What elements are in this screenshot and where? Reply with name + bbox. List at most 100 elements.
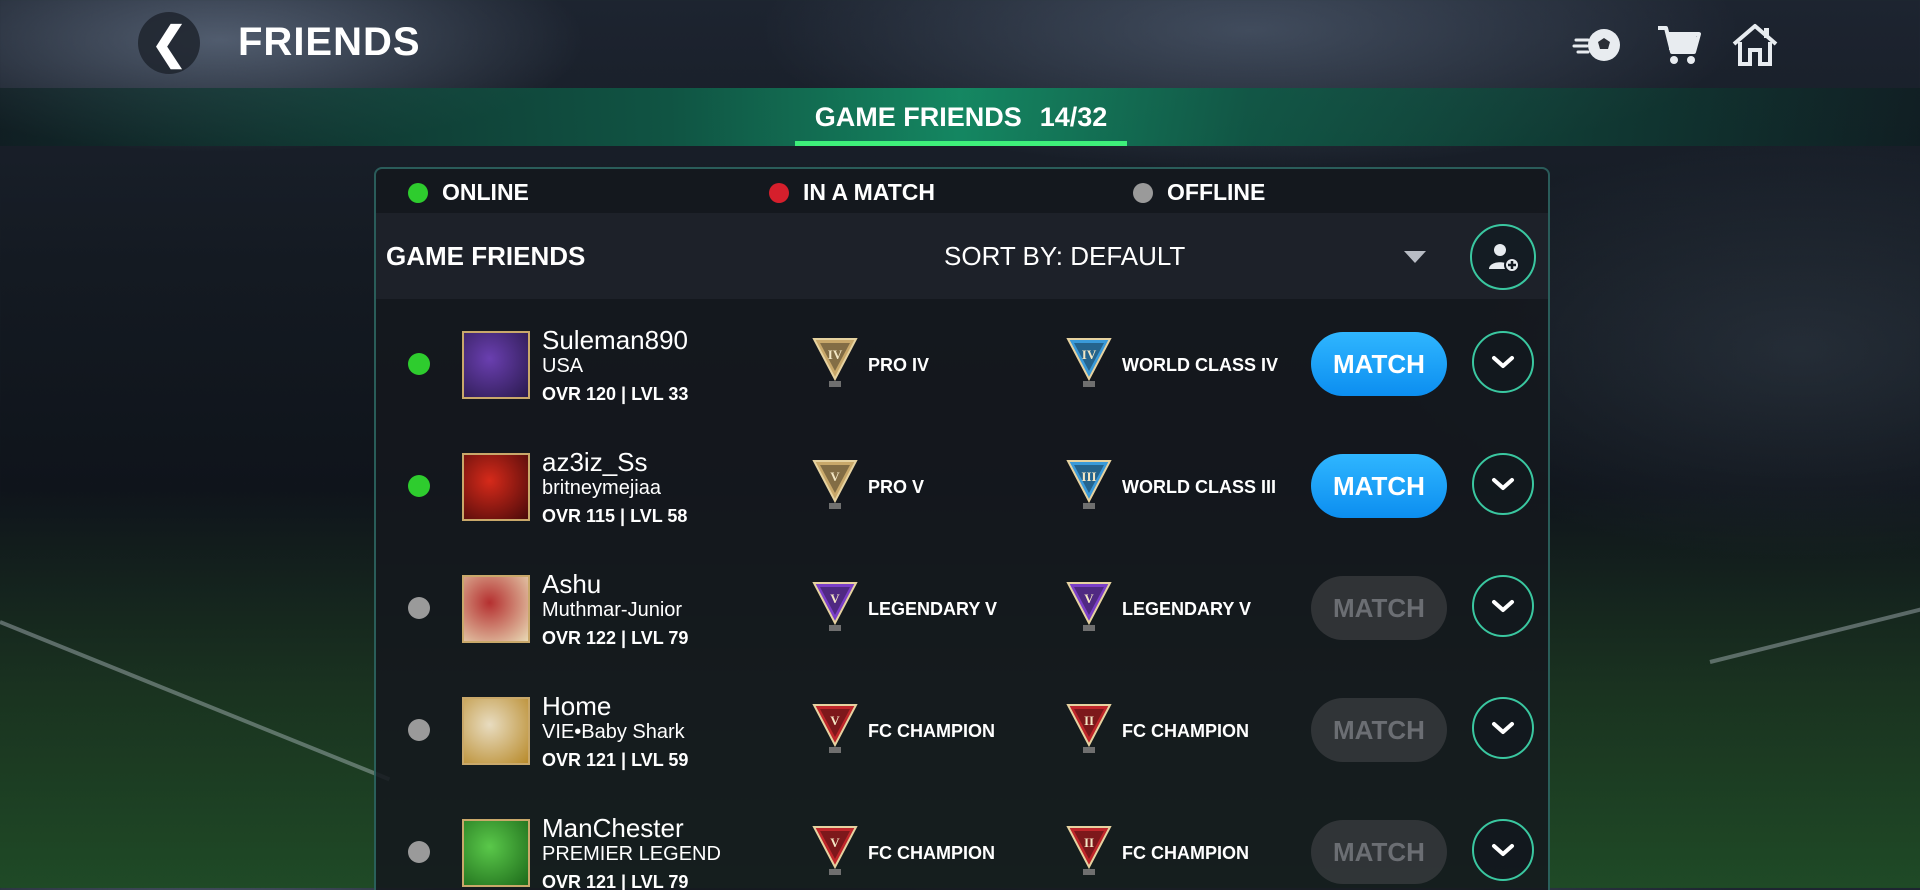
friend-ovr-level: OVR 121 | LVL 79 — [542, 872, 689, 890]
back-button[interactable]: ❮ — [138, 12, 200, 74]
division-rank-label: PRO V — [868, 477, 925, 497]
tab-bar: GAME FRIENDS 14/32 — [0, 88, 1920, 146]
expand-button[interactable] — [1472, 575, 1534, 637]
rivals-rank-icon: II — [1066, 704, 1112, 753]
chevron-down-icon — [1492, 844, 1514, 856]
legend-in-match: IN A MATCH — [769, 179, 935, 206]
add-friend-icon — [1489, 244, 1520, 273]
rivals-rank-icon: V — [1066, 582, 1112, 631]
legend-online: ONLINE — [408, 179, 529, 206]
in-match-dot-icon — [769, 182, 789, 203]
division-rank-label: FC CHAMPION — [868, 843, 995, 863]
expand-button[interactable] — [1472, 697, 1534, 759]
friend-row[interactable]: Ashu Muthmar-Junior OVR 122 | LVL 79 V L… — [376, 543, 1548, 665]
tab-count: 14/32 — [1039, 101, 1108, 132]
svg-text:II: II — [1084, 835, 1094, 850]
offline-dot-icon — [1133, 182, 1153, 203]
legend-label: ONLINE — [442, 179, 529, 205]
friends-panel: ONLINE IN A MATCH OFFLINE GAME FRIENDS S… — [374, 167, 1550, 890]
pitch-line-right — [1709, 606, 1920, 664]
division-rank-icon: V — [812, 704, 858, 753]
friend-row[interactable]: Home VIE•Baby Shark OVR 121 | LVL 59 V F… — [376, 665, 1548, 787]
friend-subtitle: VIE•Baby Shark — [542, 721, 685, 743]
tab-underline — [795, 141, 1127, 146]
status-dot-icon — [408, 353, 430, 375]
status-dot-icon — [408, 719, 430, 741]
expand-button[interactable] — [1472, 819, 1534, 881]
avatar[interactable] — [462, 697, 530, 765]
page-title: FRIENDS — [238, 20, 421, 64]
status-legend: ONLINE IN A MATCH OFFLINE — [376, 169, 1548, 213]
match-button[interactable]: MATCH — [1311, 698, 1447, 762]
status-dot-icon — [408, 841, 430, 863]
rivals-rank-label: FC CHAMPION — [1122, 843, 1249, 863]
expand-button[interactable] — [1472, 331, 1534, 393]
svg-text:V: V — [830, 469, 840, 484]
division-rank-icon: V — [812, 826, 858, 875]
online-dot-icon — [408, 182, 428, 203]
division-rank-label: FC CHAMPION — [868, 721, 995, 741]
rivals-rank-icon: III — [1066, 460, 1112, 509]
division-rank-icon: V — [812, 582, 858, 631]
match-button[interactable]: MATCH — [1311, 454, 1447, 518]
division-rank-icon: IV — [812, 338, 858, 387]
friend-subtitle: PREMIER LEGEND — [542, 843, 721, 865]
chevron-down-icon — [1492, 478, 1514, 490]
friend-ovr-level: OVR 122 | LVL 79 — [542, 628, 689, 648]
svg-text:II: II — [1084, 713, 1094, 728]
svg-text:V: V — [830, 835, 840, 850]
pitch-line-left — [0, 620, 391, 782]
friend-subtitle: USA — [542, 355, 584, 377]
add-friend-button[interactable] — [1470, 224, 1536, 290]
avatar[interactable] — [462, 453, 530, 521]
division-rank-label: LEGENDARY V — [868, 599, 998, 619]
friend-name: ManChester — [542, 813, 684, 843]
chevron-down-icon — [1492, 722, 1514, 734]
friend-name: Suleman890 — [542, 325, 688, 355]
dropdown-arrow-icon[interactable] — [1404, 251, 1426, 263]
friend-subtitle: Muthmar-Junior — [542, 599, 683, 621]
avatar[interactable] — [462, 331, 530, 399]
division-rank-label: PRO IV — [868, 355, 930, 375]
friend-name: az3iz_Ss — [542, 447, 648, 477]
friend-row[interactable]: ManChester PREMIER LEGEND OVR 121 | LVL … — [376, 787, 1548, 890]
friend-row[interactable]: az3iz_Ss britneymejiaa OVR 115 | LVL 58 … — [376, 421, 1548, 543]
expand-button[interactable] — [1472, 453, 1534, 515]
match-button[interactable]: MATCH — [1311, 820, 1447, 884]
svg-text:V: V — [1084, 591, 1094, 606]
list-title: GAME FRIENDS — [386, 241, 586, 271]
list-header: GAME FRIENDS SORT BY: DEFAULT — [376, 213, 1548, 299]
rivals-rank-label: WORLD CLASS III — [1122, 477, 1276, 497]
friend-ovr-level: OVR 115 | LVL 58 — [542, 506, 688, 526]
rivals-rank-label: WORLD CLASS IV — [1122, 355, 1278, 375]
division-rank-icon: V — [812, 460, 858, 509]
svg-text:IV: IV — [828, 347, 843, 362]
friend-ovr-level: OVR 121 | LVL 59 — [542, 750, 689, 770]
friend-name: Ashu — [542, 569, 602, 599]
rivals-rank-icon: II — [1066, 826, 1112, 875]
legend-label: IN A MATCH — [803, 179, 936, 205]
legend-offline: OFFLINE — [1133, 179, 1265, 206]
friend-subtitle: britneymejiaa — [542, 477, 661, 499]
tab-label: GAME FRIENDS — [814, 101, 1022, 132]
svg-text:V: V — [830, 713, 840, 728]
status-dot-icon — [408, 597, 430, 619]
match-button[interactable]: MATCH — [1311, 576, 1447, 640]
top-bar: ❮ FRIENDS — [0, 0, 1920, 88]
chevron-down-icon — [1492, 600, 1514, 612]
home-icon[interactable] — [1728, 18, 1782, 72]
match-button[interactable]: MATCH — [1311, 332, 1447, 396]
legend-label: OFFLINE — [1167, 179, 1266, 205]
friend-ovr-level: OVR 120 | LVL 33 — [542, 384, 689, 404]
cart-icon[interactable] — [1652, 18, 1706, 72]
rivals-rank-label: FC CHAMPION — [1122, 721, 1249, 741]
sort-dropdown[interactable]: SORT BY: DEFAULT — [944, 241, 1185, 272]
back-chevron-icon: ❮ — [150, 18, 188, 68]
svg-text:V: V — [830, 591, 840, 606]
avatar[interactable] — [462, 575, 530, 643]
avatar[interactable] — [462, 819, 530, 887]
tab-game-friends[interactable]: GAME FRIENDS 14/32 — [795, 88, 1127, 146]
football-icon[interactable] — [1572, 18, 1626, 72]
friend-row[interactable]: Suleman890 USA OVR 120 | LVL 33 IV PRO I… — [376, 299, 1548, 421]
friend-name: Home — [542, 691, 612, 721]
